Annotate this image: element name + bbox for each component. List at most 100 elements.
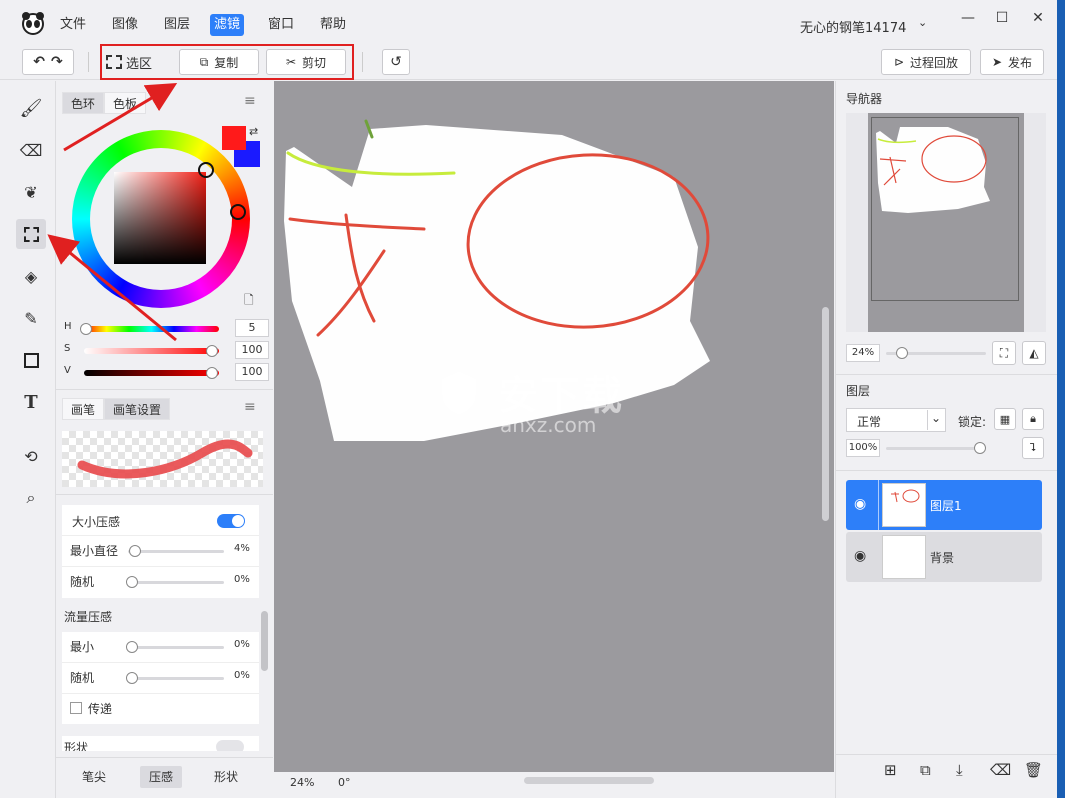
canvas-horizontal-scrollbar[interactable] <box>524 777 654 784</box>
hue-label: H <box>64 321 72 332</box>
shape-toggle[interactable] <box>216 740 244 751</box>
min-diameter-knob[interactable] <box>129 545 141 557</box>
menu-help[interactable]: 帮助 <box>316 14 350 36</box>
flow-pressure-title: 流量压感 <box>64 610 113 624</box>
min-diameter-slider[interactable] <box>128 550 224 553</box>
menu-image[interactable]: 图像 <box>108 14 142 36</box>
swap-colors-icon[interactable]: ⇄ <box>249 125 258 138</box>
undo-icon[interactable]: ↶ <box>33 54 45 70</box>
value-knob[interactable] <box>206 367 218 379</box>
transform-tool[interactable]: ⟲ <box>16 441 46 471</box>
layer-item-background[interactable]: ◉ 背景 <box>846 532 1042 582</box>
menu-filter[interactable]: 滤镜 <box>210 14 245 36</box>
maximize-icon[interactable]: ☐ <box>990 10 1014 26</box>
flow-random-knob[interactable] <box>126 672 138 684</box>
redo-icon[interactable]: ↷ <box>51 54 63 70</box>
tab-color-wheel[interactable]: 色环 <box>62 92 105 114</box>
fill-tool[interactable]: ◈ <box>16 261 46 291</box>
clip-mask-button[interactable]: ⮧ <box>1022 437 1044 459</box>
value-value[interactable]: 100 <box>235 363 269 381</box>
eraser-tool[interactable]: ⌫ <box>16 135 46 165</box>
navigator-preview[interactable] <box>846 113 1046 332</box>
layer-item-layer1[interactable]: ◉ 图层1 <box>846 480 1042 530</box>
menu-icon[interactable]: ≡ <box>244 399 256 415</box>
layer-opacity-slider[interactable] <box>886 447 986 450</box>
visibility-eye-icon[interactable]: ◉ <box>854 548 870 564</box>
random-knob[interactable] <box>126 576 138 588</box>
canvas-vertical-scrollbar[interactable] <box>822 307 829 521</box>
transfer-checkbox[interactable] <box>70 702 82 714</box>
text-tool[interactable]: T <box>16 387 46 417</box>
transfer-label: 传递 <box>88 702 113 716</box>
saturation-knob[interactable] <box>206 345 218 357</box>
flow-random-value: 0% <box>234 670 250 681</box>
trash-icon[interactable]: 🗑︎ <box>1024 761 1043 779</box>
document-title[interactable]: 无心的钢笔14174 <box>800 17 906 36</box>
blend-mode-select[interactable]: 正常 ⌄ <box>846 408 946 432</box>
leaf-icon: ❦ <box>24 182 38 202</box>
navigator-zoom-knob[interactable] <box>896 347 908 359</box>
color-wheel[interactable] <box>72 130 250 308</box>
minimize-icon[interactable]: — <box>956 10 980 26</box>
saturation-slider[interactable] <box>84 348 219 354</box>
navigator-zoom-value[interactable]: 24% <box>846 344 880 362</box>
saturation-value-square[interactable] <box>114 172 206 264</box>
merge-down-icon[interactable]: ⤓ <box>956 761 963 779</box>
canvas-area[interactable]: 安下载 anxz.com <box>274 81 834 772</box>
flip-button[interactable]: ◭ <box>1022 341 1046 365</box>
close-icon[interactable]: ✕ <box>1026 10 1050 26</box>
add-layer-icon[interactable]: ⊞ <box>884 761 897 779</box>
document-icon[interactable]: 🗋 <box>244 291 254 312</box>
reset-rotation-button[interactable]: ↺ <box>382 49 410 75</box>
layer-opacity-value[interactable]: 100% <box>846 439 880 457</box>
flow-min-slider[interactable] <box>128 646 224 649</box>
layer-opacity-knob[interactable] <box>974 442 986 454</box>
eyedropper-tool[interactable]: ✎ <box>16 303 46 333</box>
saturation-value[interactable]: 100 <box>235 341 269 359</box>
min-diameter-label: 最小直径 <box>70 544 119 558</box>
zoom-tool[interactable]: ⌕ <box>16 483 46 513</box>
primary-color-swatch[interactable] <box>222 126 246 150</box>
lock-transparency-button[interactable]: ▦ <box>994 408 1016 430</box>
flow-min-knob[interactable] <box>126 641 138 653</box>
hue-slider[interactable] <box>84 326 219 332</box>
visibility-eye-icon[interactable]: ◉ <box>854 496 870 512</box>
tab-brush-tip[interactable]: 笔尖 <box>74 766 114 788</box>
hue-ring-handle[interactable] <box>230 204 246 220</box>
lock-layer-button[interactable]: 🔒︎ <box>1022 408 1044 430</box>
publish-button[interactable]: ➤ 发布 <box>980 49 1044 75</box>
menu-file[interactable]: 文件 <box>56 14 90 36</box>
flip-icon: ◭ <box>1029 346 1039 360</box>
send-icon: ➤ <box>991 55 1003 69</box>
panel-scrollbar[interactable] <box>261 611 268 671</box>
transfer-row[interactable]: 传递 <box>70 698 250 720</box>
marquee-tool[interactable] <box>16 219 46 249</box>
size-pressure-toggle[interactable] <box>217 514 245 528</box>
chevron-down-icon[interactable]: ⌄ <box>918 16 927 29</box>
clear-layer-icon[interactable]: ⌫ <box>990 761 1011 779</box>
menu-layer[interactable]: 图层 <box>160 14 194 36</box>
menu-icon[interactable]: ≡ <box>244 93 256 109</box>
fullscreen-icon: ⛶ <box>999 345 1009 360</box>
tab-pressure[interactable]: 压感 <box>140 766 183 788</box>
brush-tool[interactable]: 🖌 <box>16 93 46 123</box>
tab-swatches[interactable]: 色板 <box>104 92 147 114</box>
menu-window[interactable]: 窗口 <box>264 14 298 36</box>
tab-brush-settings[interactable]: 画笔设置 <box>104 398 171 420</box>
hue-knob[interactable] <box>80 323 92 335</box>
replay-button[interactable]: ⊳ 过程回放 <box>881 49 971 75</box>
hue-value[interactable]: 5 <box>235 319 269 337</box>
layer-thumbnail <box>882 483 926 527</box>
duplicate-layer-icon[interactable]: ⧉ <box>920 761 931 779</box>
fit-screen-button[interactable]: ⛶ <box>992 341 1016 365</box>
rectangle-tool[interactable] <box>16 345 46 375</box>
tab-brushes[interactable]: 画笔 <box>62 398 105 420</box>
color-picker-handle[interactable] <box>198 162 214 178</box>
smudge-tool[interactable]: ❦ <box>16 177 46 207</box>
flow-random-slider[interactable] <box>128 677 224 680</box>
replay-label: 过程回放 <box>910 55 959 70</box>
flow-min-label: 最小 <box>70 640 95 654</box>
value-slider[interactable] <box>84 370 219 376</box>
tab-shape[interactable]: 形状 <box>206 766 246 788</box>
random-slider[interactable] <box>128 581 224 584</box>
